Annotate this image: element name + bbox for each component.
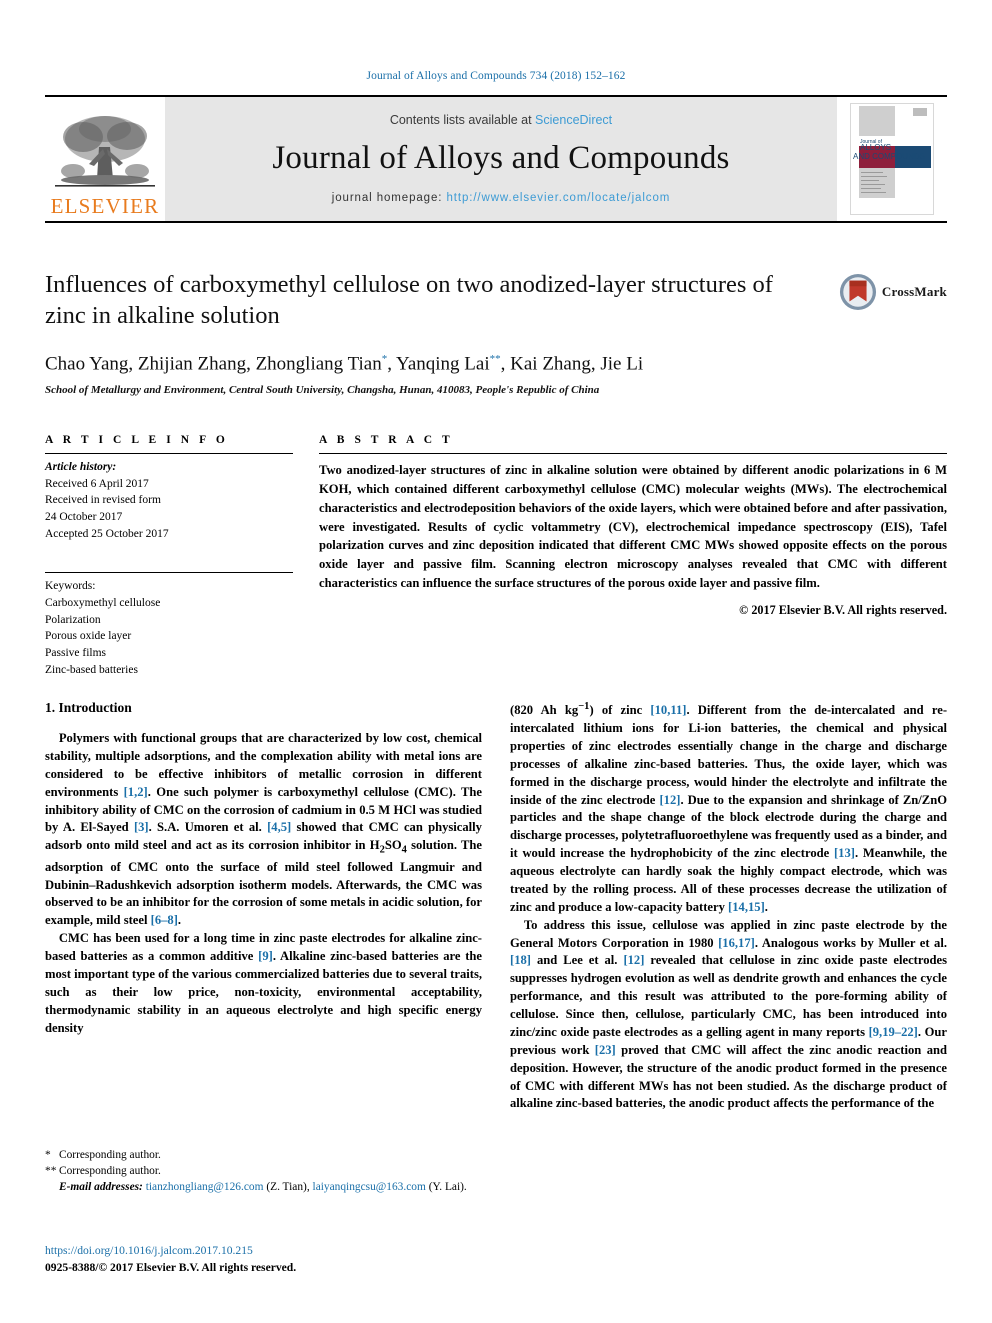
footnote-marker-double-asterisk: **: [45, 1164, 57, 1177]
keyword-item: Carboxymethyl cellulose: [45, 596, 161, 609]
abstract-column: A B S T R A C T Two anodized-layer struc…: [319, 434, 947, 678]
journal-cover-thumbnail: Journal of ALLOYS AND COMPOUNDS: [837, 97, 947, 221]
keywords-label: Keywords:: [45, 580, 96, 593]
citation-link[interactable]: [1,2]: [124, 785, 148, 799]
citation-link[interactable]: [14,15]: [728, 900, 765, 914]
paragraph: To address this issue, cellulose was app…: [510, 917, 948, 1111]
cover-graphic-icon: Journal of ALLOYS AND COMPOUNDS: [851, 104, 933, 214]
citation-link[interactable]: [12]: [623, 953, 644, 967]
crossmark-badge[interactable]: CrossMark: [839, 273, 947, 311]
two-column-body: 1. Introduction Polymers with functional…: [45, 700, 947, 1170]
paragraph: CMC has been used for a long time in zin…: [45, 931, 483, 1035]
citation-link[interactable]: [3]: [134, 820, 149, 834]
keywords-body: Keywords: Carboxymethyl cellulose Polari…: [45, 573, 293, 678]
crossmark-label: CrossMark: [881, 284, 947, 299]
paragraph: (820 Ah kg−1) of zinc [10,11]. Different…: [510, 701, 948, 914]
footnote-line-2: ** Corresponding author.: [45, 1164, 485, 1180]
elsevier-logo: ELSEVIER: [45, 97, 165, 221]
citation-link[interactable]: [16,17]: [718, 936, 755, 950]
masthead-center: Contents lists available at ScienceDirec…: [165, 97, 837, 221]
history-line: Accepted 25 October 2017: [45, 527, 169, 540]
article-info-heading: A R T I C L E I N F O: [45, 433, 229, 446]
footnote-text-1: Corresponding author.: [59, 1149, 161, 1161]
abstract-text: Two anodized-layer structures of zinc in…: [319, 462, 947, 591]
email-link-lai[interactable]: laiyanqingcsu@163.com: [313, 1181, 426, 1193]
citation-link[interactable]: [18]: [510, 953, 531, 967]
article-history-block: Article history: Received 6 April 2017 R…: [45, 454, 293, 542]
section-heading-introduction: 1. Introduction: [45, 700, 132, 715]
doi-link[interactable]: https://doi.org/10.1016/j.jalcom.2017.10…: [45, 1242, 296, 1259]
corresponding-marker-2: **: [489, 352, 501, 365]
svg-text:AND COMPOUNDS: AND COMPOUNDS: [853, 152, 925, 161]
email-addresses-line: E-mail addresses: tianzhongliang@126.com…: [45, 1180, 485, 1196]
svg-text:ALLOYS: ALLOYS: [860, 143, 891, 152]
journal-masthead: ELSEVIER Contents lists available at Sci…: [45, 95, 947, 223]
body-column-left: 1. Introduction Polymers with functional…: [45, 700, 482, 1170]
footnote-text-2: Corresponding author.: [59, 1164, 161, 1177]
author-list: Chao Yang, Zhijian Zhang, Zhongliang Tia…: [45, 353, 947, 376]
crossmark-icon: [839, 273, 876, 311]
keyword-item: Porous oxide layer: [45, 630, 132, 643]
abstract-heading: A B S T R A C T: [319, 433, 454, 446]
email-link-tian[interactable]: tianzhongliang@126.com: [146, 1181, 264, 1193]
paragraph: Polymers with functional groups that are…: [45, 731, 482, 928]
author-affiliation: School of Metallurgy and Environment, Ce…: [45, 383, 600, 396]
issn-copyright-line: 0925-8388/© 2017 Elsevier B.V. All right…: [45, 1261, 297, 1275]
elsevier-wordmark: ELSEVIER: [50, 194, 160, 218]
article-history-label: Article history:: [45, 460, 117, 473]
citation-link[interactable]: [9,19–22]: [869, 1025, 918, 1039]
author-names-2: , Yanqing Lai: [387, 353, 490, 375]
citation-link[interactable]: [13]: [834, 846, 855, 860]
page-title: Influences of carboxymethyl cellulose on…: [45, 271, 773, 330]
corresponding-author-footnotes: * Corresponding author. ** Corresponding a…: [45, 1148, 485, 1196]
author-names-1: Chao Yang, Zhijian Zhang, Zhongliang Tia…: [45, 353, 382, 375]
email-owner-tian: (Z. Tian),: [266, 1180, 310, 1193]
footnote-line-1: * Corresponding author.: [45, 1148, 485, 1164]
citation-link[interactable]: [9]: [258, 949, 273, 963]
citation-link[interactable]: [6–8]: [151, 913, 178, 927]
citation-link[interactable]: [10,11]: [650, 703, 686, 717]
keyword-item: Passive films: [45, 646, 107, 659]
doi-and-issn-block: https://doi.org/10.1016/j.jalcom.2017.10…: [45, 1242, 296, 1277]
history-line: 24 October 2017: [45, 510, 123, 523]
elsevier-tree-icon: [55, 116, 155, 187]
citation-link[interactable]: [4,5]: [267, 820, 291, 834]
homepage-url-link[interactable]: http://www.elsevier.com/locate/jalcom: [446, 192, 670, 204]
article-info-column: A R T I C L E I N F O Article history: R…: [45, 434, 293, 678]
sciencedirect-link[interactable]: ScienceDirect: [535, 113, 612, 127]
running-head: Journal of Alloys and Compounds 734 (201…: [366, 70, 626, 82]
email-label: E-mail addresses:: [59, 1180, 143, 1193]
contents-prefix: Contents lists available at: [389, 112, 536, 127]
citation-link[interactable]: [12]: [659, 793, 680, 807]
info-abstract-row: A R T I C L E I N F O Article history: R…: [45, 434, 947, 678]
citation-link[interactable]: [23]: [595, 1043, 616, 1057]
keyword-item: Zinc-based batteries: [45, 663, 138, 676]
keyword-item: Polarization: [45, 613, 101, 626]
abstract-copyright: © 2017 Elsevier B.V. All rights reserved…: [739, 603, 947, 618]
journal-homepage-line: journal homepage: http://www.elsevier.co…: [332, 192, 670, 204]
history-line: Received in revised form: [45, 494, 161, 507]
body-column-right: (820 Ah kg−1) of zinc [10,11]. Different…: [510, 700, 947, 1170]
history-line: Received 6 April 2017: [45, 477, 149, 490]
keywords-block: Keywords: Carboxymethyl cellulose Polari…: [45, 572, 293, 678]
journal-title: Journal of Alloys and Compounds: [272, 139, 730, 176]
cover-artwork: Journal of ALLOYS AND COMPOUNDS: [850, 103, 934, 215]
email-owner-lai: (Y. Lai).: [428, 1180, 467, 1193]
article-title-block: CrossMark Influences of carboxymethyl ce…: [45, 269, 947, 396]
journal-article-page: Journal of Alloys and Compounds 734 (201…: [0, 0, 992, 1323]
footnote-marker-asterisk: *: [45, 1149, 51, 1161]
author-names-3: , Kai Zhang, Jie Li: [500, 353, 644, 375]
homepage-label: journal homepage:: [331, 191, 447, 204]
contents-lists-line: Contents lists available at ScienceDirec…: [390, 113, 612, 127]
